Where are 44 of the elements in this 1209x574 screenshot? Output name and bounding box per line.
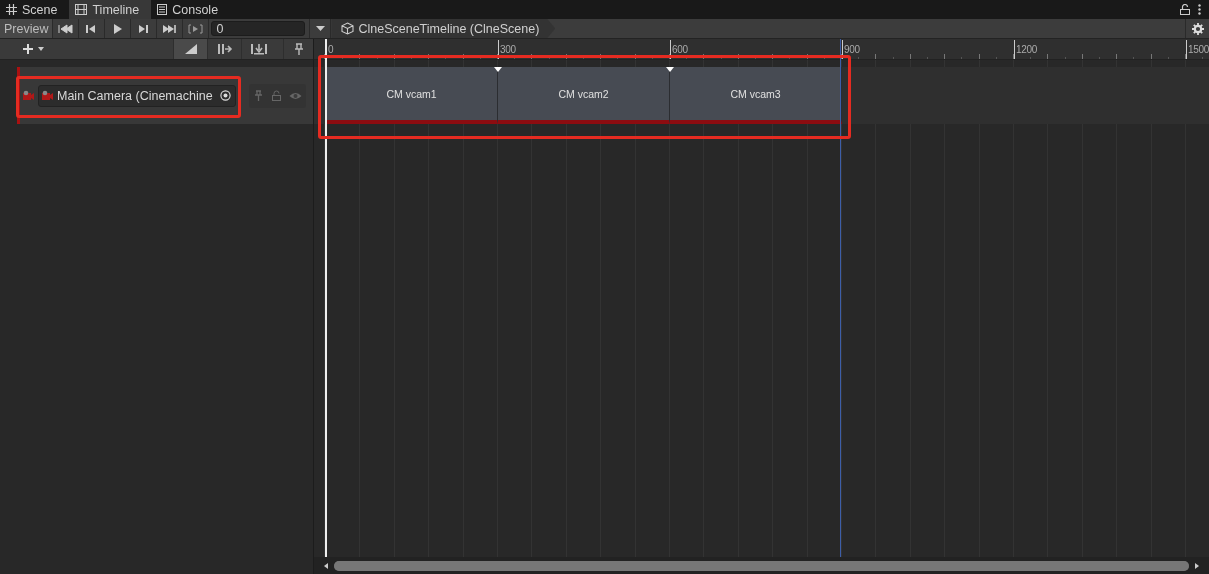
tab[interactable]: Timeline: [69, 0, 152, 19]
grid-icon: [6, 4, 17, 15]
scroll-left-icon[interactable]: [322, 561, 330, 570]
caret-icon: [315, 26, 325, 31]
camera-icon: [22, 90, 35, 101]
object-picker-icon[interactable]: [219, 90, 231, 101]
ruler-label: 900: [842, 40, 860, 59]
scroll-right-icon[interactable]: [1193, 561, 1201, 570]
skip-back-icon: [58, 23, 74, 34]
gear-icon: [1191, 22, 1204, 35]
horizontal-scrollbar[interactable]: [314, 557, 1209, 574]
snap-icon: [249, 43, 268, 55]
ripple-icon: [216, 43, 233, 55]
blend-marker-icon: [666, 67, 674, 72]
ramp-icon: [183, 43, 198, 55]
frame-field[interactable]: 0: [211, 21, 306, 36]
plus-caret-icon: [23, 43, 45, 55]
ruler-label: 1200: [1014, 40, 1038, 59]
clip-label: CM vcam1: [386, 87, 437, 100]
pin-icon: [293, 43, 304, 55]
clip[interactable]: CM vcam1: [326, 67, 498, 124]
list-icon: [157, 4, 168, 15]
tab[interactable]: Console: [151, 0, 231, 19]
skip-forward-icon: [162, 23, 178, 34]
binding-field[interactable]: Main Camera (Cinemachine: [38, 84, 236, 107]
lock-icon[interactable]: [1180, 4, 1190, 15]
tab[interactable]: Scene: [0, 0, 70, 19]
more-options-icon[interactable]: [1198, 4, 1201, 15]
breadcrumb[interactable]: ClneSceneTimeline (ClneScene): [331, 19, 556, 38]
camera-icon: [41, 90, 54, 101]
clip-label: CM vcam2: [558, 87, 609, 100]
cube-icon: [341, 22, 355, 35]
binding-label: Main Camera (Cinemachine: [57, 88, 213, 103]
curve-toggle-button[interactable]: [173, 39, 207, 59]
blend-marker-icon: [494, 67, 502, 72]
ruler-label: 300: [498, 40, 516, 59]
film-icon: [75, 4, 88, 15]
clip-label: CM vcam3: [730, 87, 781, 100]
ruler-label: 1500: [1186, 40, 1209, 59]
ruler-label: 600: [670, 40, 688, 59]
preview-button[interactable]: Preview: [0, 19, 54, 38]
dropdown-button[interactable]: [309, 19, 332, 38]
play-range-icon: [188, 23, 204, 34]
track-header[interactable]: Main Camera (Cinemachine: [17, 67, 313, 124]
